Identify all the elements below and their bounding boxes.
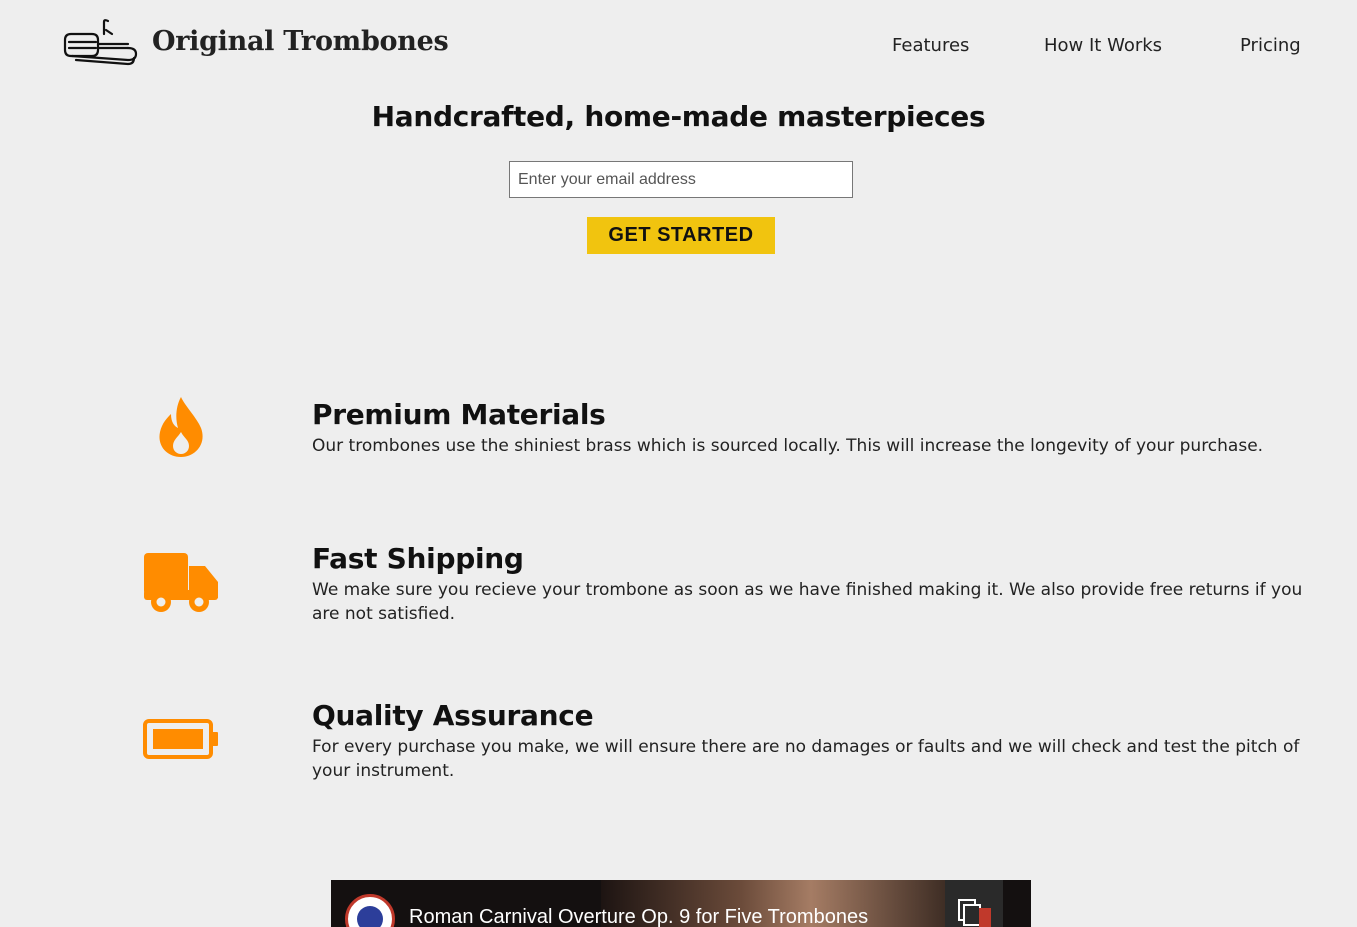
video-title[interactable]: Roman Carnival Overture Op. 9 for Five T…	[409, 906, 868, 927]
nav-link-features[interactable]: Features	[892, 35, 969, 56]
fire-icon	[159, 397, 203, 457]
nav-link-pricing[interactable]: Pricing	[1240, 35, 1301, 56]
landing-page: Original Trombones Features How It Works…	[0, 0, 1357, 927]
truck-icon	[144, 553, 218, 612]
feature-title-premium-materials: Premium Materials	[312, 398, 606, 431]
battery-icon	[143, 719, 218, 759]
feature-title-fast-shipping: Fast Shipping	[312, 542, 524, 575]
brand-name: Original Trombones	[152, 26, 449, 57]
channel-logo-icon	[357, 906, 383, 927]
trombone-logo-icon[interactable]	[62, 18, 138, 68]
hero-title: Handcrafted, home-made masterpieces	[371, 100, 986, 133]
header: Original Trombones Features How It Works…	[0, 0, 1357, 90]
video-embed[interactable]: Roman Carnival Overture Op. 9 for Five T…	[331, 880, 1031, 927]
email-input[interactable]	[509, 161, 853, 198]
feature-text-quality-assurance: For every purchase you make, we will ens…	[312, 737, 1300, 781]
nav-link-how-it-works[interactable]: How It Works	[1044, 35, 1162, 56]
feature-title-quality-assurance: Quality Assurance	[312, 699, 594, 732]
feature-text-premium-materials: Our trombones use the shiniest brass whi…	[312, 436, 1264, 456]
get-started-button[interactable]: GET STARTED	[587, 217, 775, 254]
copy-link-icon[interactable]	[945, 880, 1003, 927]
feature-text-fast-shipping: We make sure you recieve your trombone a…	[312, 580, 1303, 624]
channel-avatar[interactable]	[345, 894, 395, 927]
